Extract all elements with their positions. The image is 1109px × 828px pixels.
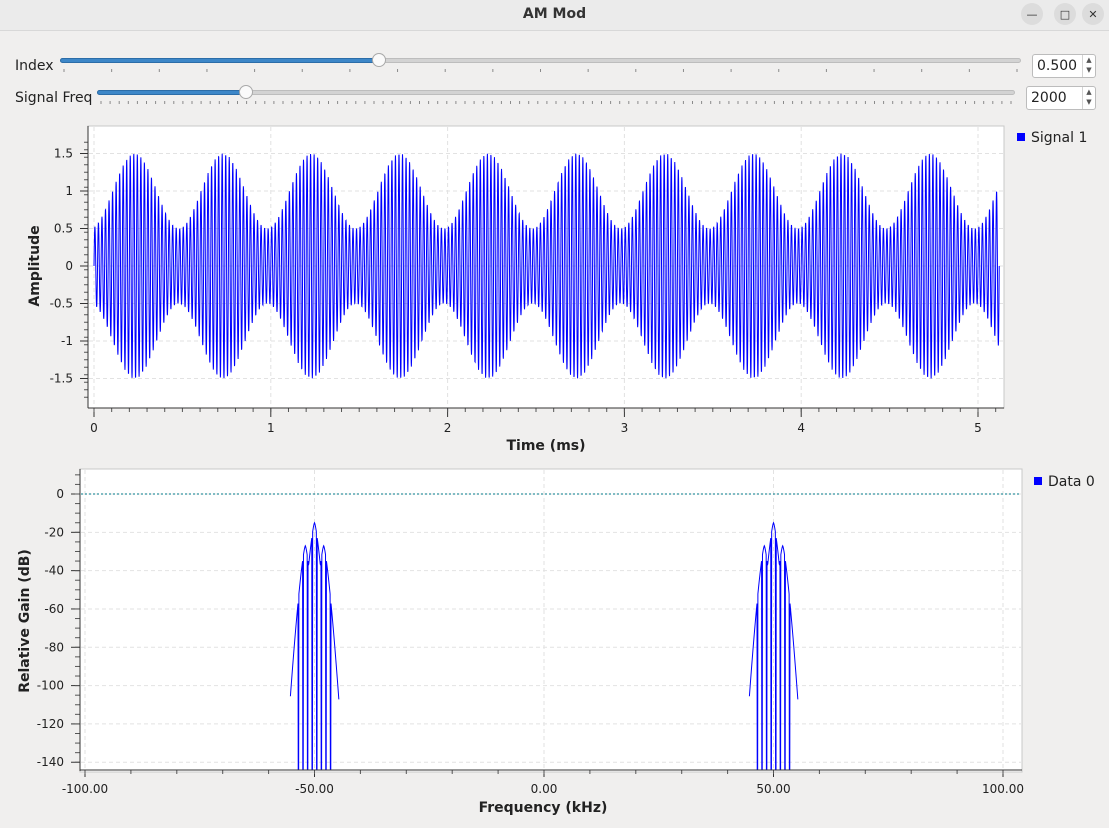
slider-ticks xyxy=(100,101,1012,104)
freq-plot-canvas xyxy=(79,468,1023,773)
x-tick-label: -100.00 xyxy=(62,782,108,796)
legend-swatch xyxy=(1017,133,1025,141)
slider-fill xyxy=(60,58,380,63)
slider-ticks xyxy=(63,69,1018,72)
y-tick-label: -100 xyxy=(37,679,64,693)
x-tick-label: -50.00 xyxy=(295,782,334,796)
frequency-domain-plot[interactable]: 0 -20 -40 -60 -80 -100 -120 -140 -100.00 -50.00 0.… xyxy=(0,465,1109,828)
y-tick-label: 0 xyxy=(56,487,64,501)
spin-arrows[interactable]: ▲ ▼ xyxy=(1082,87,1095,109)
slider-fill xyxy=(97,90,246,95)
time-axis-label: Time (ms) xyxy=(506,438,585,454)
time-domain-plot[interactable]: 1.5 1 0.5 0 -0.5 -1 -1.5 0 1 2 3 4 5 Amplitude Time … xyxy=(0,120,1109,460)
y-tick-label: 0.5 xyxy=(54,222,73,236)
x-tick-label: 5 xyxy=(974,421,982,435)
maximize-icon[interactable]: □ xyxy=(1054,3,1076,25)
y-tick-label: 1 xyxy=(65,184,73,198)
x-tick-label: 0 xyxy=(90,421,98,435)
y-tick-label: 0 xyxy=(65,259,73,273)
x-tick-label: 100.00 xyxy=(982,782,1024,796)
signal-freq-slider[interactable] xyxy=(97,85,1015,106)
y-tick-label: -1.5 xyxy=(50,372,73,386)
y-tick-label: -40 xyxy=(44,564,64,578)
legend-swatch xyxy=(1034,477,1042,485)
index-label: Index xyxy=(15,58,54,74)
y-tick-label: -80 xyxy=(44,640,64,654)
window-title: AM Mod xyxy=(522,6,587,22)
index-slider[interactable] xyxy=(60,53,1021,74)
signal-freq-value[interactable]: 2000 xyxy=(1031,90,1067,106)
slider-handle[interactable] xyxy=(238,85,253,99)
title-bar: AM Mod — □ ✕ xyxy=(0,0,1109,31)
freq-plot-legend[interactable]: Data 0 xyxy=(1034,474,1095,490)
relative-gain-axis-label: Relative Gain (dB) xyxy=(17,549,33,693)
x-tick-label: 4 xyxy=(797,421,805,435)
x-tick-label: 3 xyxy=(621,421,629,435)
y-tick-label: 1.5 xyxy=(54,147,73,161)
signal-freq-label: Signal Freq xyxy=(15,90,93,106)
x-tick-label: 1 xyxy=(267,421,275,435)
index-spinbox[interactable]: 0.500 ▲ ▼ xyxy=(1032,54,1096,78)
legend-data-0: Data 0 xyxy=(1048,474,1095,490)
amplitude-axis-label: Amplitude xyxy=(27,225,43,306)
signal-freq-spinbox[interactable]: 2000 ▲ ▼ xyxy=(1026,86,1096,110)
y-tick-label: -140 xyxy=(37,755,64,769)
time-plot-legend[interactable]: Signal 1 xyxy=(1017,130,1087,146)
x-tick-label: 50.00 xyxy=(756,782,790,796)
x-tick-label: 0.00 xyxy=(531,782,558,796)
spin-arrows[interactable]: ▲ ▼ xyxy=(1082,55,1095,77)
y-tick-label: -0.5 xyxy=(50,297,73,311)
slider-handle[interactable] xyxy=(372,53,387,67)
frequency-axis-label: Frequency (kHz) xyxy=(479,800,608,816)
legend-signal-1: Signal 1 xyxy=(1031,130,1088,146)
index-value[interactable]: 0.500 xyxy=(1037,58,1077,74)
minimize-icon[interactable]: — xyxy=(1021,3,1043,25)
y-tick-label: -60 xyxy=(44,602,64,616)
close-icon[interactable]: ✕ xyxy=(1082,3,1104,25)
x-tick-label: 2 xyxy=(444,421,452,435)
y-tick-label: -20 xyxy=(44,525,64,539)
y-tick-label: -1 xyxy=(61,334,73,348)
y-tick-label: -120 xyxy=(37,717,64,731)
